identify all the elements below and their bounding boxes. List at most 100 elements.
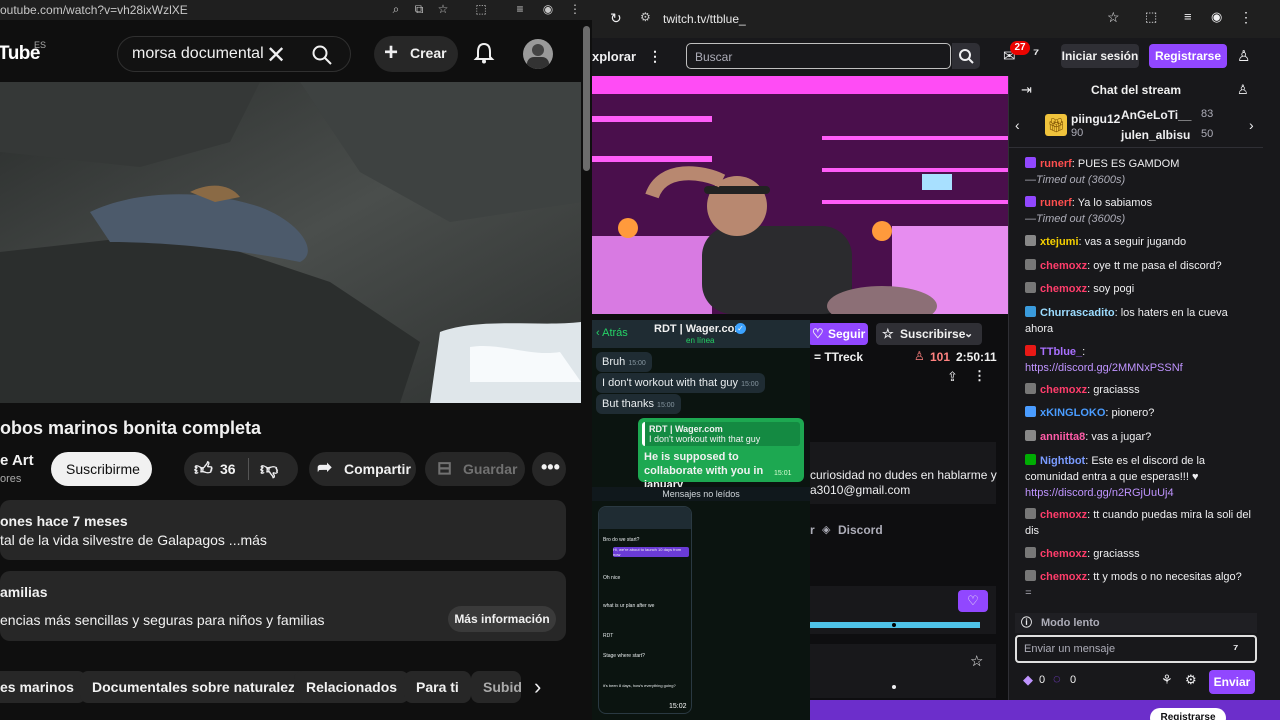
discord-link[interactable]: Discord: [838, 523, 883, 537]
video-player[interactable]: [0, 82, 581, 403]
share-button[interactable]: ➦ Compartir: [309, 452, 416, 486]
chat-username[interactable]: runerf: [1040, 158, 1072, 170]
footer-register-button[interactable]: Registrarse: [1150, 708, 1226, 720]
subscribe-button[interactable]: Suscribirme: [51, 452, 152, 486]
chat-username[interactable]: anniitta8: [1040, 431, 1085, 443]
subscribe-button[interactable]: ☆ Suscribirse ⌄: [876, 323, 982, 345]
chat-username[interactable]: Nightbot: [1040, 455, 1085, 467]
leaderboard-user[interactable]: AnGeLoTi__: [1121, 108, 1191, 122]
back-button[interactable]: ‹ Atrás: [596, 327, 628, 339]
chat-username[interactable]: chemoxz: [1040, 509, 1087, 521]
whatsapp-overlay: ‹ Atrás RDT | Wager.com ✓ en línea Bruh …: [592, 320, 810, 720]
leaderboard-user[interactable]: julen_albisu: [1121, 128, 1190, 142]
chip-para-ti[interactable]: Para ti: [404, 671, 471, 703]
screenshot-thumbnail[interactable]: Bro do we start? Hi, we're about to laun…: [598, 506, 692, 714]
profile-icon[interactable]: ◉: [541, 2, 555, 16]
reload-icon[interactable]: ↻: [610, 10, 622, 27]
media-icon[interactable]: ≡: [1184, 9, 1192, 24]
chat-link[interactable]: https://discord.gg/n2RGjUuUj4: [1025, 487, 1174, 499]
zoom-icon[interactable]: ⌕: [389, 2, 403, 16]
more-icon[interactable]: ⋮: [1239, 9, 1253, 26]
search-icon: [959, 49, 974, 64]
site-info-icon[interactable]: ⚙: [640, 10, 651, 24]
chat-link[interactable]: https://discord.gg/2MMNxPSSNf: [1025, 362, 1183, 374]
chat-username[interactable]: Churrascadito: [1040, 307, 1115, 319]
search-input[interactable]: Buscar: [686, 43, 951, 69]
search-icon[interactable]: [312, 45, 332, 65]
more-vertical-icon[interactable]: ⋮: [973, 368, 986, 384]
more-actions-button[interactable]: •••: [532, 452, 566, 486]
more-info-button[interactable]: Más información: [448, 606, 556, 632]
cast-icon[interactable]: ⧉: [412, 2, 426, 16]
video-description[interactable]: ones hace 7 meses tal de la vida silvest…: [0, 500, 566, 560]
create-button[interactable]: + Crear: [374, 36, 458, 72]
panel-link-fragment[interactable]: r: [810, 523, 815, 537]
support-heart-button[interactable]: ♡: [958, 590, 988, 612]
stream-title-fragment: = TTreck: [814, 350, 864, 364]
chat-input[interactable]: Enviar un mensaje ⁷: [1015, 635, 1257, 663]
search-box[interactable]: morsa documental ✕: [117, 36, 351, 72]
follow-button[interactable]: ♡ Seguir: [808, 323, 868, 345]
bookmark-star-icon[interactable]: ☆: [436, 2, 450, 16]
like-icon[interactable]: 👍︎: [194, 458, 213, 480]
search-input[interactable]: morsa documental: [132, 45, 264, 63]
explore-link[interactable]: xplorar: [592, 49, 636, 64]
share-icon[interactable]: ⇪: [947, 369, 958, 385]
leaderboard-user[interactable]: piingu12: [1071, 112, 1120, 126]
chat-username[interactable]: TTblue_: [1040, 346, 1082, 358]
bookmark-star-icon[interactable]: ☆: [1107, 9, 1120, 26]
chip-subidos[interactable]: Subid: [471, 671, 521, 703]
chevron-right-icon[interactable]: ›: [534, 674, 541, 700]
clear-icon[interactable]: ✕: [266, 41, 286, 70]
chat-username[interactable]: chemoxz: [1040, 571, 1087, 583]
chat-username[interactable]: xKINGLOKO: [1040, 407, 1105, 419]
user-icon[interactable]: ♙: [1237, 47, 1250, 65]
emote-picker-icon[interactable]: ⁷: [1233, 641, 1238, 656]
chat-username[interactable]: chemoxz: [1040, 260, 1087, 272]
chat-username[interactable]: chemoxz: [1040, 384, 1087, 396]
address-bar[interactable]: outube.com/watch?v=vh28ixWzlXE: [0, 3, 188, 17]
search-button[interactable]: [952, 43, 980, 69]
media-icon[interactable]: ≡: [513, 2, 527, 16]
page-scrollbar[interactable]: [583, 26, 590, 171]
chat-identity-icon[interactable]: ⚘: [1161, 672, 1173, 688]
dislike-icon[interactable]: 👎︎: [260, 458, 278, 480]
save-button[interactable]: ⊟ Guardar: [425, 452, 525, 486]
chat-username[interactable]: chemoxz: [1040, 548, 1087, 560]
star-icon[interactable]: ☆: [970, 652, 983, 670]
chat-username[interactable]: runerf: [1040, 197, 1072, 209]
badge-icon: [1025, 235, 1036, 246]
send-button[interactable]: Enviar: [1209, 670, 1255, 694]
notifications-bell-icon[interactable]: [473, 42, 495, 64]
viewer-icon: ♙: [914, 349, 925, 363]
chip-marinos[interactable]: es marinos: [0, 671, 86, 703]
more-vertical-icon[interactable]: ⋮: [648, 48, 662, 65]
turbo-icon[interactable]: ⁷: [1033, 46, 1039, 63]
channel-points-icon[interactable]: ◌: [1053, 671, 1061, 686]
like-count[interactable]: 36: [220, 461, 236, 477]
more-icon[interactable]: ⋮: [568, 2, 582, 16]
thumb-line: it's been 8 days, how's everything going…: [603, 683, 676, 688]
stream-player[interactable]: [592, 76, 1008, 314]
login-button[interactable]: Iniciar sesión: [1061, 44, 1139, 68]
profile-icon[interactable]: ◉: [1211, 9, 1222, 25]
chat-text: : graciasss: [1087, 548, 1140, 560]
badge-icon: [1025, 383, 1036, 394]
bits-icon[interactable]: ◆: [1023, 672, 1033, 688]
user-avatar[interactable]: [523, 39, 553, 69]
register-button[interactable]: Registrarse: [1149, 44, 1227, 68]
extensions-icon[interactable]: ⬚: [1145, 9, 1157, 25]
video-title: obos marinos bonita completa: [0, 418, 262, 438]
chip-documentales[interactable]: Documentales sobre naturaleza: [80, 671, 315, 703]
chat-username[interactable]: xtejumi: [1040, 236, 1079, 248]
extensions-icon[interactable]: ⬚: [474, 2, 488, 16]
chip-relacionados[interactable]: Relacionados: [294, 671, 410, 703]
chevron-right-icon[interactable]: ›: [1249, 117, 1254, 133]
chat-users-icon[interactable]: ♙: [1237, 82, 1249, 98]
chevron-left-icon[interactable]: ‹: [1015, 117, 1020, 133]
slow-mode-label: Modo lento: [1041, 617, 1100, 629]
channel-name[interactable]: e Art: [0, 452, 34, 469]
settings-gear-icon[interactable]: ⚙: [1185, 672, 1197, 688]
address-bar[interactable]: ⚙ twitch.tv/ttblue_: [634, 7, 1134, 31]
chat-username[interactable]: chemoxz: [1040, 283, 1087, 295]
